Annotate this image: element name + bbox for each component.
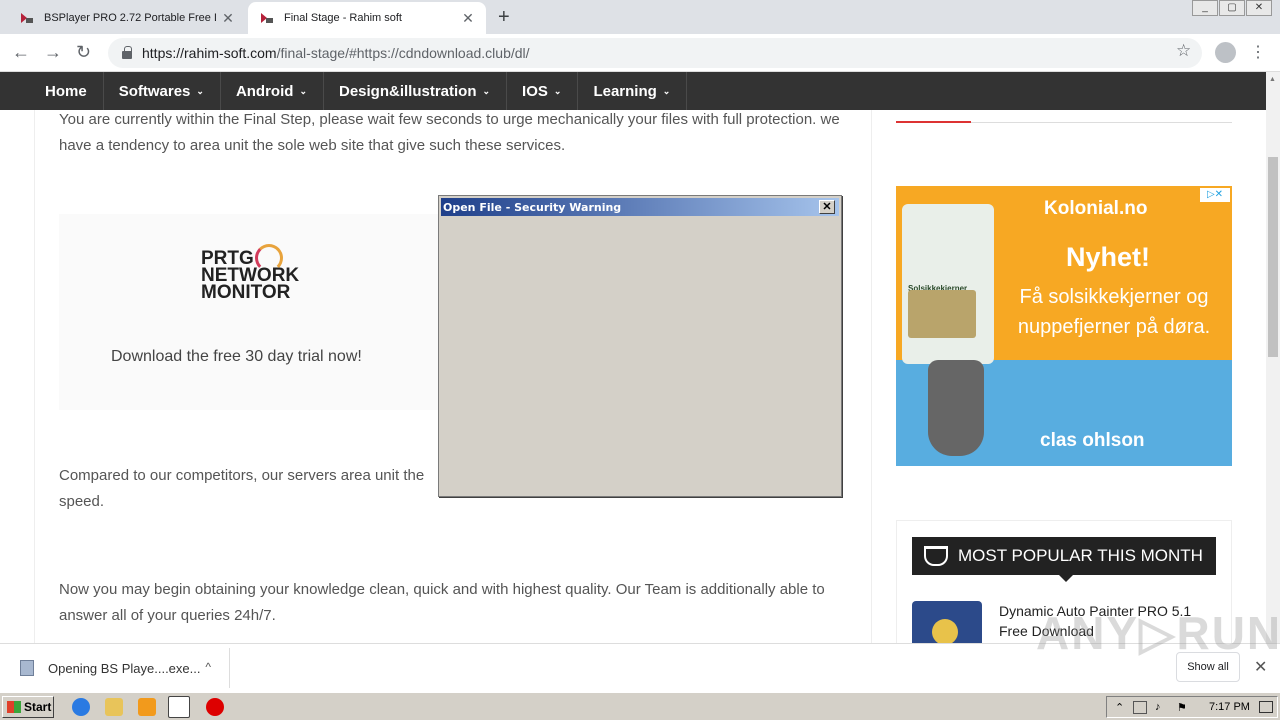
reload-icon[interactable]: ↻ <box>76 42 91 63</box>
tab-bsplayer[interactable]: BSPlayer PRO 2.72 Portable Free Do ✕ <box>8 2 246 34</box>
system-tray: ⌃ ♪ ⚑ 7:17 PM <box>1106 696 1278 718</box>
exe-file-icon <box>20 660 34 676</box>
nav-item-design[interactable]: Design&illustration ⌄ <box>324 72 508 110</box>
chrome-taskbar-button[interactable] <box>168 696 190 718</box>
action-center-flag-icon[interactable]: ⚑ <box>1177 701 1191 714</box>
chevron-down-icon: ⌄ <box>196 85 204 96</box>
close-download-bar-icon[interactable]: ✕ <box>1254 657 1267 677</box>
sidebar: Solsikkekjerner Kolonial.no Nyhet! Få so… <box>872 110 1266 644</box>
servers-paragraph: Compared to our competitors, our servers… <box>59 467 425 484</box>
download-item[interactable]: Opening BS Playe....exe... ^ <box>4 648 230 688</box>
browser-toolbar: ← → ↻ https://rahim-soft.com/final-stage… <box>0 34 1280 72</box>
dialog-title: Open File - Security Warning <box>443 200 622 214</box>
maximize-button[interactable]: ▢ <box>1219 0 1245 16</box>
network-icon[interactable] <box>1133 701 1147 714</box>
ad-brand: Kolonial.no <box>1044 198 1148 219</box>
start-label: Start <box>24 700 52 714</box>
seeds-image <box>908 290 976 338</box>
nav-item-ios[interactable]: IOS ⌄ <box>507 72 579 110</box>
nav-item-home[interactable]: Home <box>30 72 104 110</box>
nav-label: Android <box>235 82 294 100</box>
scroll-up-icon[interactable]: ▲ <box>1269 76 1276 83</box>
tab-title: Final Stage - Rahim soft <box>284 12 402 24</box>
close-window-button[interactable]: ✕ <box>1246 0 1272 16</box>
gauge-icon <box>255 244 283 272</box>
security-warning-dialog: Open File - Security Warning ✕ <box>438 195 842 497</box>
back-icon[interactable]: ← <box>12 42 30 63</box>
heading-text: MOST POPULAR THIS MONTH <box>958 546 1203 565</box>
bookmark-star-icon[interactable]: ☆ <box>1176 41 1191 61</box>
clock[interactable]: 7:17 PM <box>1209 701 1250 713</box>
nav-label: Learning <box>593 82 657 100</box>
page-scrollbar[interactable]: ▲ <box>1266 72 1280 643</box>
url-path: /final-stage/#https://cdndownload.club/d… <box>276 45 530 61</box>
ad-tagline: Download the free 30 day trial now! <box>111 348 362 365</box>
address-bar[interactable]: https://rahim-soft.com/final-stage/#http… <box>108 38 1202 68</box>
prtg-ad[interactable]: PRTG NETWORK MONITOR Download the free 3… <box>59 214 439 410</box>
chevron-down-icon: ⌄ <box>662 85 671 96</box>
windows-taskbar: Start ⌃ ♪ ⚑ 7:17 PM <box>0 692 1280 720</box>
post-thumbnail[interactable] <box>912 601 982 644</box>
nav-label: Softwares <box>118 82 191 100</box>
popular-heading: MOST POPULAR THIS MONTH <box>912 537 1216 582</box>
media-player-icon[interactable] <box>138 698 156 716</box>
tab-title: BSPlayer PRO 2.72 Portable Free Do <box>44 12 216 24</box>
browser-tab-bar: BSPlayer PRO 2.72 Portable Free Do ✕ Fin… <box>0 0 1280 34</box>
ad-retailer: clas ohlson <box>1040 430 1145 451</box>
lint-remover-image <box>928 360 984 456</box>
new-tab-button[interactable]: + <box>498 6 510 29</box>
dialog-close-button[interactable]: ✕ <box>819 200 835 214</box>
nav-label: Design&illustration <box>338 82 477 100</box>
ad-subtext: Få solsikkekjerner og nuppefjerner på dø… <box>1017 286 1211 338</box>
kolonial-ad[interactable]: Solsikkekjerner Kolonial.no Nyhet! Få so… <box>896 186 1232 466</box>
site-navigation: Home Softwares ⌄ Android ⌄ Design&illustra… <box>0 72 1266 110</box>
divider-accent <box>896 121 971 123</box>
chevron-up-icon[interactable]: ^ <box>205 660 211 674</box>
internet-explorer-icon[interactable] <box>72 698 90 716</box>
file-explorer-icon[interactable] <box>105 698 123 716</box>
chevron-down-icon: ⌄ <box>299 85 307 96</box>
closing-paragraph: Now you may begin obtaining your knowled… <box>59 581 825 624</box>
tray-expand-icon[interactable]: ⌃ <box>1115 701 1129 714</box>
chevron-down-icon: ⌄ <box>553 85 562 96</box>
ad-headline: Nyhet! <box>1066 242 1151 272</box>
anyrun-watermark: ANY▷RUN <box>1036 607 1280 659</box>
intro-paragraph: You are currently within the Final Step,… <box>59 111 840 154</box>
scrollbar-thumb[interactable] <box>1268 157 1278 357</box>
profile-avatar-icon[interactable] <box>1215 42 1236 63</box>
antivirus-icon[interactable] <box>206 698 224 716</box>
start-button[interactable]: Start <box>2 696 54 718</box>
nav-label: IOS <box>522 82 548 100</box>
tab-final-stage[interactable]: Final Stage - Rahim soft ✕ <box>248 2 486 34</box>
prtg-logo: PRTG NETWORK MONITOR <box>201 249 299 303</box>
dialog-titlebar[interactable]: Open File - Security Warning ✕ <box>441 198 839 216</box>
logo-text: MONITOR <box>201 282 291 303</box>
window-controls: _ ▢ ✕ <box>1191 0 1272 16</box>
windows-logo-icon <box>7 701 21 713</box>
trophy-icon <box>924 546 948 566</box>
nav-label: Home <box>45 82 87 100</box>
browser-menu-icon[interactable]: ⋮ <box>1250 42 1266 62</box>
tab-close-icon[interactable]: ✕ <box>216 10 240 27</box>
lock-icon[interactable] <box>122 46 132 59</box>
chevron-down-icon: ⌄ <box>482 85 491 96</box>
download-filename: Opening BS Playe....exe... <box>48 660 201 676</box>
url-host: https://rahim-soft.com <box>142 45 277 61</box>
nav-item-softwares[interactable]: Softwares ⌄ <box>104 72 221 110</box>
minimize-button[interactable]: _ <box>1192 0 1218 16</box>
seed-bag-image: Solsikkekjerner <box>902 204 994 364</box>
nav-item-learning[interactable]: Learning ⌄ <box>578 72 688 110</box>
adchoices-icon[interactable]: ▷✕ <box>1200 188 1230 202</box>
forward-icon[interactable]: → <box>44 42 62 63</box>
site-favicon-icon <box>260 11 274 25</box>
heading-pointer <box>1058 574 1074 582</box>
nav-item-android[interactable]: Android ⌄ <box>221 72 324 110</box>
show-desktop-icon[interactable] <box>1259 701 1273 713</box>
site-favicon-icon <box>20 11 34 25</box>
tab-close-icon[interactable]: ✕ <box>456 10 480 27</box>
volume-icon[interactable]: ♪ <box>1155 701 1169 714</box>
